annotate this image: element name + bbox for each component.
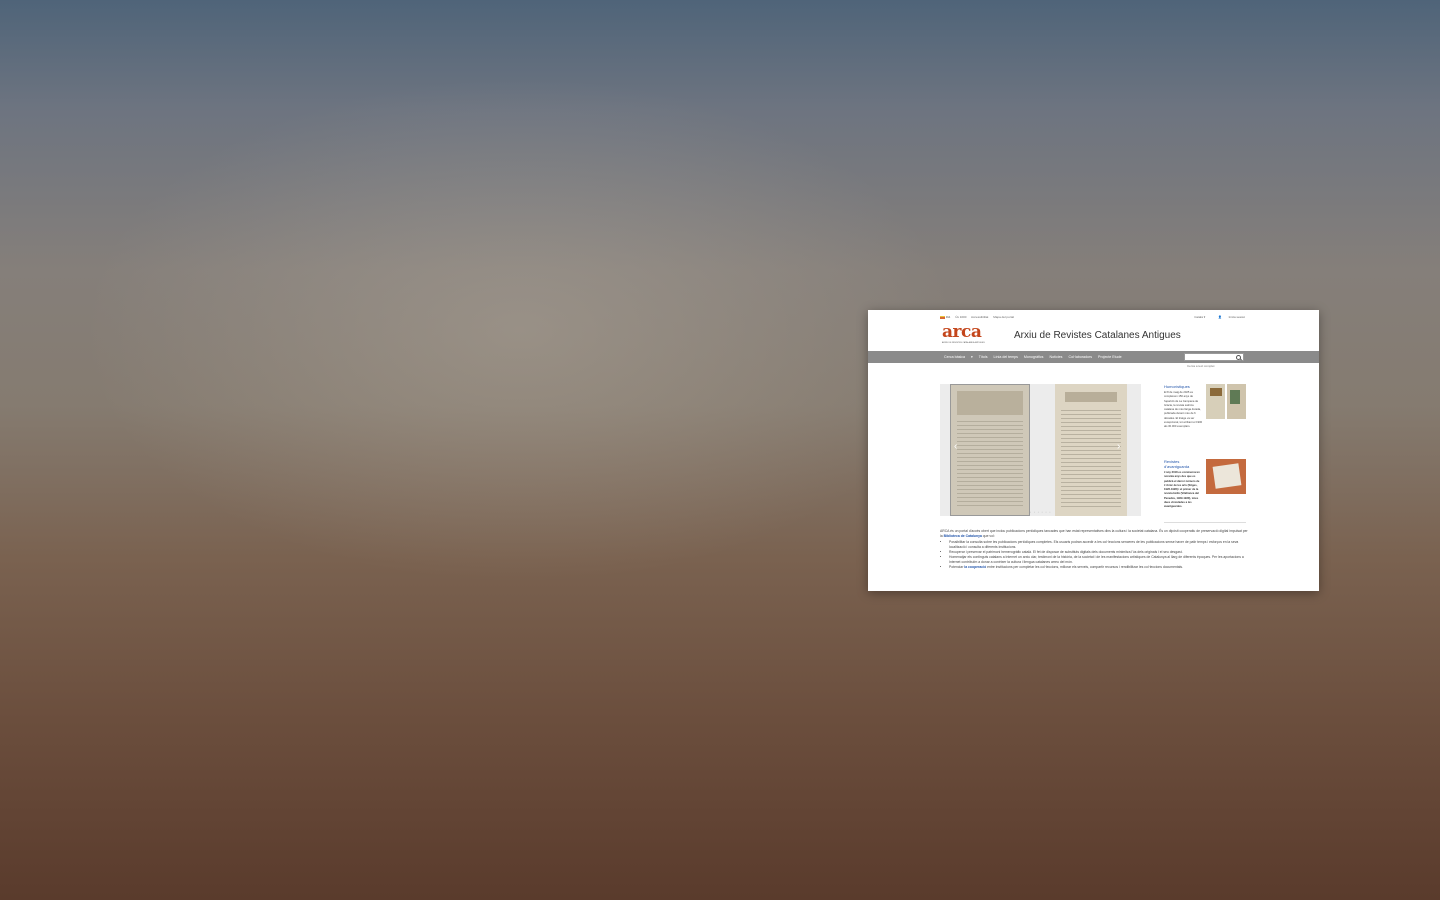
nav-item-projecte[interactable]: Projecte Etude [1098, 355, 1122, 359]
language-selector[interactable]: CA [940, 315, 950, 319]
news-thumbnail[interactable] [1206, 384, 1246, 419]
chevron-right-icon[interactable]: › [1117, 442, 1120, 452]
divider [1164, 522, 1246, 523]
top-utility-bar: CA Ús 1000 Accessibilitat Mapa del porta… [868, 310, 1319, 324]
list-item: Possibilitar la consulta sobre les publi… [949, 540, 1248, 550]
search-input[interactable] [1185, 362, 1235, 370]
news-title[interactable]: Revistes d'avantguarda [1164, 459, 1204, 469]
site-title: Arxiu de Revistes Catalanes Antigues [1014, 330, 1181, 341]
cooperacio-link[interactable]: la cooperació [964, 565, 986, 569]
news-text: L'any 2018 es commemoren noranta anys de… [1164, 471, 1200, 509]
login-link[interactable]: 👤 Inicia sessió [1212, 315, 1245, 319]
featured-carousel[interactable]: ‹ › • • • • • • [940, 384, 1141, 516]
search-icon[interactable] [1236, 355, 1241, 360]
nav-item-cerca-basica[interactable]: Cerca bàsica ▾ [944, 355, 973, 359]
news-text: El 8 de maig de 2025 es compleixen 150 a… [1164, 391, 1203, 429]
user-icon: 👤 [1218, 315, 1222, 319]
logo-tagline: ARXIU DE REVISTES CATALANES ANTIGUES [942, 342, 985, 344]
arca-logo[interactable]: arca ARXIU DE REVISTES CATALANES ANTIGUE… [942, 324, 1008, 346]
biblioteca-link[interactable]: Biblioteca de Catalunya [944, 534, 982, 538]
nav-item-titols[interactable]: Títols [979, 355, 988, 359]
logo-word: arca [942, 322, 982, 342]
nav-item-monografics[interactable]: Monogràfics [1024, 355, 1044, 359]
topbar-link[interactable]: Accessibilitat [971, 315, 988, 319]
nav-item-collaboradors[interactable]: Col·laboradors [1068, 355, 1092, 359]
goals-list: Possibilitar la consulta sobre les publi… [940, 540, 1248, 570]
magazine-cover-image [950, 384, 1030, 516]
nav-item-noticies[interactable]: Notícies [1049, 355, 1062, 359]
topbar-link[interactable]: Mapa del portal [993, 315, 1014, 319]
catalan-flag-icon [940, 315, 945, 319]
news-item: Humorístiques El 8 de maig de 2025 es co… [1164, 384, 1246, 430]
news-item: Revistes d'avantguarda L'any 2018 es com… [1164, 459, 1246, 510]
main-nav: Cerca bàsica ▾ Títols Línia del temps Mo… [868, 351, 1319, 370]
news-thumbnail[interactable] [1206, 459, 1246, 494]
chevron-left-icon[interactable]: ‹ [954, 442, 957, 452]
list-item: Potenciar la cooperació entre institucio… [949, 565, 1248, 570]
intro-text: ARCA és un portal d'accés obert que incl… [940, 529, 1248, 570]
list-item: Homenatjar els continguts catalans a Int… [949, 555, 1248, 565]
language-dropdown[interactable]: Català ▾ [1188, 315, 1205, 319]
news-title[interactable]: Humorístiques [1164, 384, 1204, 389]
topbar-link[interactable]: Ús 1000 [955, 315, 966, 319]
carousel-indicators[interactable]: • • • • • • [1030, 510, 1051, 514]
browser-screenshot-window: CA Ús 1000 Accessibilitat Mapa del porta… [868, 310, 1319, 591]
nav-item-linia-temps[interactable]: Línia del temps [994, 355, 1018, 359]
search-box [1184, 353, 1244, 370]
